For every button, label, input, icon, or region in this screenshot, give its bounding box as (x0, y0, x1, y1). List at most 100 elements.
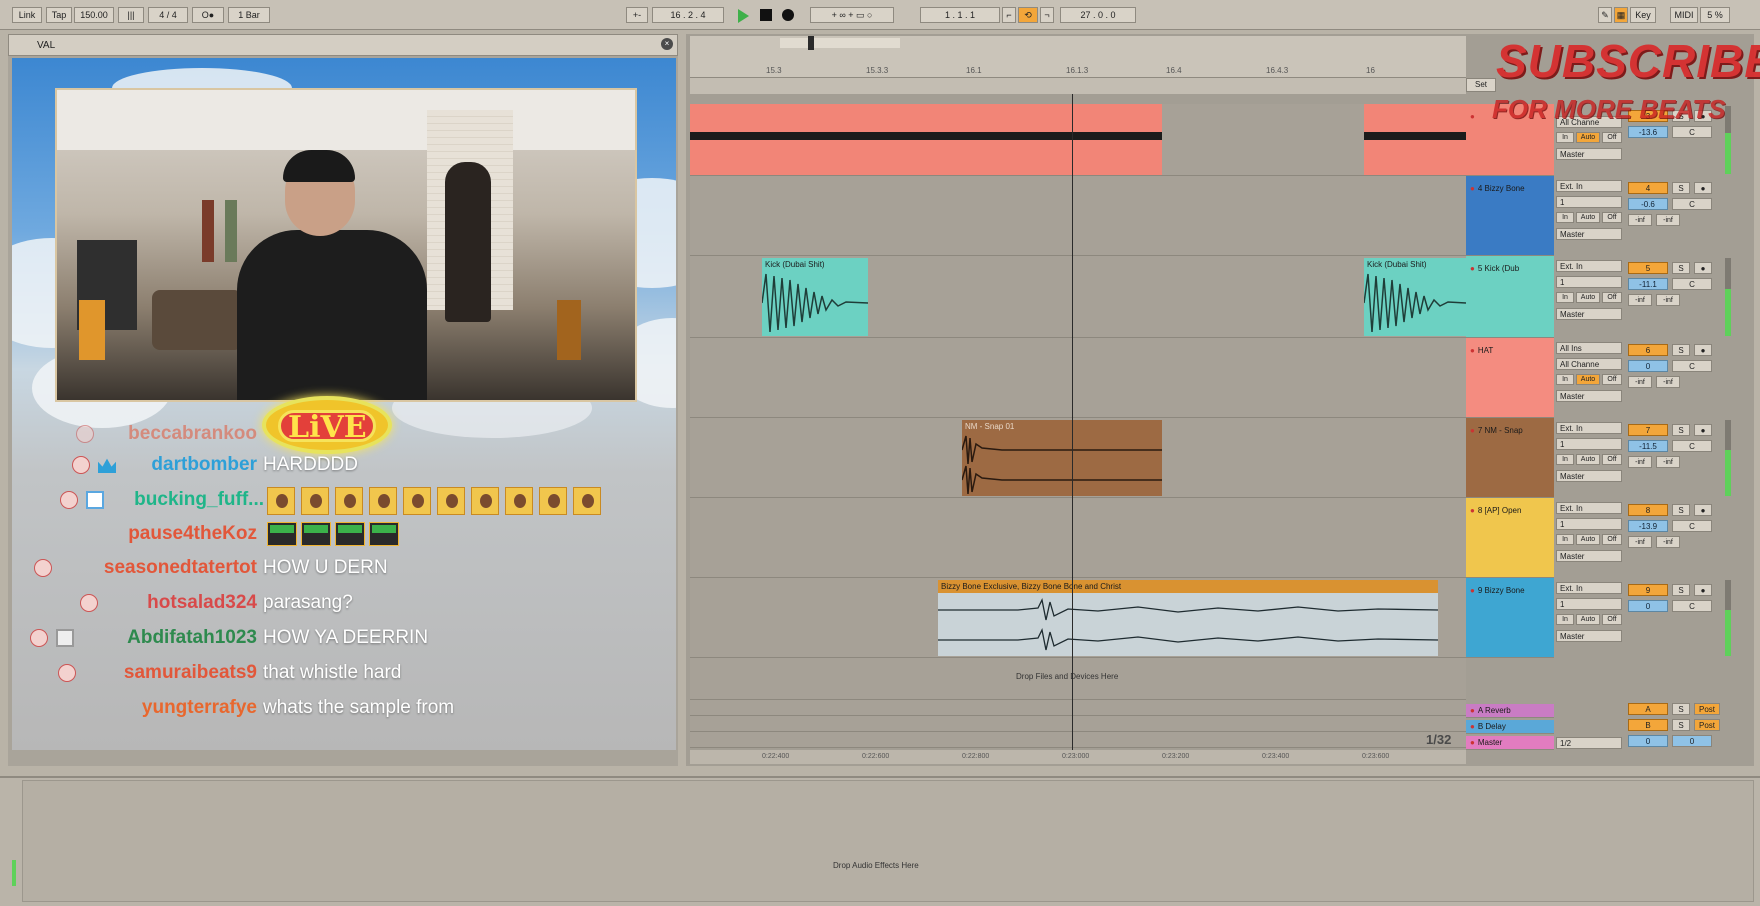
close-icon[interactable]: × (661, 38, 673, 50)
volume-field[interactable]: 0 (1628, 600, 1668, 612)
loop-brace[interactable] (780, 38, 900, 48)
track-header[interactable]: 4 Bizzy Bone (1466, 176, 1554, 256)
master-lane[interactable]: 1/32 (690, 732, 1466, 748)
input-channel-menu[interactable]: 1 (1556, 598, 1622, 610)
time-ruler[interactable]: 0:22:400 0:22:600 0:22:800 0:23:000 0:23… (690, 750, 1466, 764)
send-b-field[interactable]: -inf (1656, 376, 1680, 388)
cue-volume-field[interactable]: 0 (1672, 735, 1712, 747)
output-menu[interactable]: Master (1556, 390, 1622, 402)
volume-field[interactable]: -0.6 (1628, 198, 1668, 210)
send-a-field[interactable]: -inf (1628, 536, 1652, 548)
midi-map-button[interactable]: MIDI (1670, 7, 1698, 23)
output-menu[interactable]: Master (1556, 630, 1622, 642)
record-mode-icon[interactable]: O● (192, 7, 224, 23)
monitor-in-button[interactable]: In (1556, 534, 1574, 545)
return-activator[interactable]: A (1628, 703, 1668, 715)
solo-button[interactable]: S (1672, 262, 1690, 274)
record-icon[interactable] (782, 9, 794, 21)
return-lane[interactable] (690, 716, 1466, 732)
post-button[interactable]: Post (1694, 719, 1720, 731)
volume-field[interactable]: 0 (1628, 360, 1668, 372)
audio-clip[interactable] (1364, 104, 1466, 175)
song-position-field[interactable]: 16 . 2 . 4 (652, 7, 724, 23)
monitor-auto-button[interactable]: Auto (1576, 292, 1600, 303)
input-type-menu[interactable]: Ext. In (1556, 260, 1622, 272)
send-b-field[interactable]: -inf (1656, 456, 1680, 468)
arm-button[interactable]: ● (1694, 424, 1712, 436)
send-a-field[interactable]: -inf (1628, 456, 1652, 468)
audio-clip[interactable]: NM - Snap 01 (962, 420, 1162, 496)
monitor-in-button[interactable]: In (1556, 374, 1574, 385)
computer-midi-icon[interactable]: ▦ (1614, 7, 1628, 23)
send-b-field[interactable]: -inf (1656, 214, 1680, 226)
pan-field[interactable]: C (1672, 440, 1712, 452)
track-lane[interactable] (690, 104, 1466, 176)
link-button[interactable]: Link (12, 7, 42, 23)
solo-button[interactable]: S (1672, 344, 1690, 356)
send-b-field[interactable]: -inf (1656, 294, 1680, 306)
track-header[interactable]: 8 [AP] Open (1466, 498, 1554, 578)
monitor-auto-button[interactable]: Auto (1576, 614, 1600, 625)
monitor-off-button[interactable]: Off (1602, 454, 1622, 465)
arm-button[interactable]: ● (1694, 182, 1712, 194)
solo-button[interactable]: S (1672, 504, 1690, 516)
monitor-auto-button[interactable]: Auto (1576, 212, 1600, 223)
audio-clip[interactable] (690, 104, 1162, 175)
track-lane[interactable] (690, 176, 1466, 256)
track-header[interactable]: 7 NM - Snap (1466, 418, 1554, 498)
track-activator[interactable]: 4 (1628, 182, 1668, 194)
monitor-off-button[interactable]: Off (1602, 374, 1622, 385)
volume-field[interactable]: -11.1 (1628, 278, 1668, 290)
output-menu[interactable]: Master (1556, 550, 1622, 562)
send-a-field[interactable]: -inf (1628, 214, 1652, 226)
input-type-menu[interactable]: Ext. In (1556, 180, 1622, 192)
input-channel-menu[interactable]: 1 (1556, 276, 1622, 288)
track-activator[interactable]: 5 (1628, 262, 1668, 274)
input-channel-menu[interactable]: All Channe (1556, 358, 1622, 370)
loop-start-field[interactable]: 1 . 1 . 1 (920, 7, 1000, 23)
monitor-in-button[interactable]: In (1556, 212, 1574, 223)
track-activator[interactable]: 6 (1628, 344, 1668, 356)
punch-in-icon[interactable]: ⌐ (1002, 7, 1016, 23)
input-channel-menu[interactable]: 1 (1556, 438, 1622, 450)
output-menu[interactable]: Master (1556, 470, 1622, 482)
pan-field[interactable]: C (1672, 600, 1712, 612)
track-lane[interactable]: Bizzy Bone Exclusive, Bizzy Bone Bone an… (690, 578, 1466, 658)
monitor-in-button[interactable]: In (1556, 454, 1574, 465)
track-header[interactable]: 9 Bizzy Bone (1466, 578, 1554, 658)
track-header[interactable]: 5 Kick (Dub (1466, 256, 1554, 338)
monitor-in-button[interactable]: In (1556, 614, 1574, 625)
time-signature-field[interactable]: 4 / 4 (148, 7, 188, 23)
audio-clip[interactable]: Kick (Dubai Shit) (762, 258, 868, 336)
monitor-auto-button[interactable]: Auto (1576, 534, 1600, 545)
punch-out-icon[interactable]: ¬ (1040, 7, 1054, 23)
loop-toggle-icon[interactable]: ⟲ (1018, 7, 1038, 23)
monitor-auto-button[interactable]: Auto (1576, 374, 1600, 385)
loop-length-field[interactable]: 27 . 0 . 0 (1060, 7, 1136, 23)
solo-button[interactable]: S (1672, 584, 1690, 596)
tap-tempo-button[interactable]: Tap (46, 7, 72, 23)
send-b-field[interactable]: -inf (1656, 536, 1680, 548)
track-lane[interactable] (690, 498, 1466, 578)
monitor-off-button[interactable]: Off (1602, 212, 1622, 223)
input-type-menu[interactable]: All Ins (1556, 342, 1622, 354)
volume-field[interactable]: -13.9 (1628, 520, 1668, 532)
audio-clip[interactable]: Bizzy Bone Exclusive, Bizzy Bone Bone an… (938, 580, 1438, 656)
monitor-in-button[interactable]: In (1556, 292, 1574, 303)
metronome-icon[interactable]: ||| (118, 7, 144, 23)
arm-button[interactable]: ● (1694, 344, 1712, 356)
return-activator[interactable]: B (1628, 719, 1668, 731)
drop-zone[interactable]: Drop Files and Devices Here (690, 658, 1466, 700)
track-activator[interactable]: 9 (1628, 584, 1668, 596)
arm-button[interactable]: ● (1694, 504, 1712, 516)
input-channel-menu[interactable]: 1 (1556, 518, 1622, 530)
arm-button[interactable]: ● (1694, 584, 1712, 596)
output-menu[interactable]: Master (1556, 228, 1622, 240)
pan-field[interactable]: C (1672, 198, 1712, 210)
solo-button[interactable]: S (1672, 719, 1690, 731)
monitor-off-button[interactable]: Off (1602, 614, 1622, 625)
master-cue-menu[interactable]: 1/2 (1556, 737, 1622, 749)
volume-field[interactable]: -11.5 (1628, 440, 1668, 452)
key-map-button[interactable]: Key (1630, 7, 1656, 23)
pan-field[interactable]: C (1672, 520, 1712, 532)
